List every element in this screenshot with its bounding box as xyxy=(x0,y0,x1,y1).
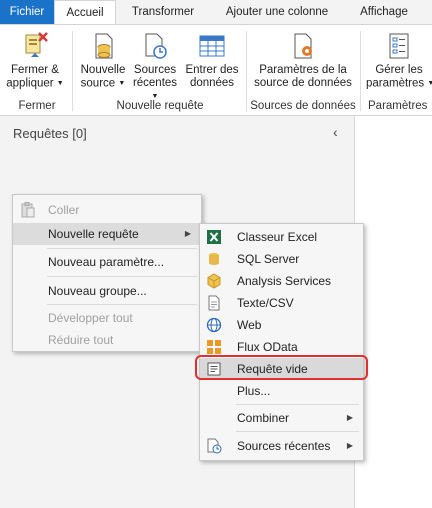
submenu-item-label: Classeur Excel xyxy=(237,230,318,244)
menu-item-new-parameter[interactable]: Nouveau paramètre... xyxy=(13,251,201,273)
odata-icon xyxy=(206,339,222,355)
manage-params-label-2: paramètres ▼ xyxy=(366,77,432,90)
tab-home[interactable]: Accueil xyxy=(54,0,116,25)
menu-item-label: Nouveau groupe... xyxy=(48,284,147,298)
chevron-right-icon: ▶ xyxy=(346,441,353,450)
menu-item-label: Nouvelle requête xyxy=(48,227,139,241)
menu-separator xyxy=(236,431,359,432)
chevron-left-icon[interactable]: ‹ xyxy=(333,124,338,140)
ribbon-separator xyxy=(360,31,361,111)
menu-item-collapse-all: Réduire tout xyxy=(13,329,201,351)
submenu-item-label: SQL Server xyxy=(237,252,300,266)
context-menu: Coller Nouvelle requête ▶ Nouveau paramè… xyxy=(12,194,202,352)
data-source-settings-label-2: source de données xyxy=(254,77,352,89)
menu-separator xyxy=(47,276,197,277)
parameters-icon xyxy=(384,31,414,61)
excel-icon xyxy=(206,229,222,245)
manage-params-label-1: Gérer les xyxy=(375,64,423,76)
data-source-settings-label-1: Paramètres de la xyxy=(259,64,347,76)
submenu-item-excel[interactable]: Classeur Excel xyxy=(200,226,363,248)
ribbon-separator xyxy=(246,31,247,111)
submenu-item-label: Sources récentes xyxy=(237,439,331,453)
settings-doc-icon xyxy=(288,31,318,61)
submenu-item-label: Texte/CSV xyxy=(237,296,294,310)
enter-data-button[interactable]: Entrer des données xyxy=(183,31,241,90)
menu-separator xyxy=(47,304,197,305)
menu-item-paste: Coller xyxy=(13,199,201,221)
submenu-item-label: Web xyxy=(237,318,262,332)
submenu-item-recent-sources[interactable]: Sources récentes ▶ xyxy=(200,435,363,457)
close-apply-button[interactable]: Fermer & appliquer ▼ xyxy=(2,31,68,91)
enter-data-label-2: données xyxy=(189,77,235,89)
new-source-label-1: Nouvelle xyxy=(80,64,126,76)
tab-add-column[interactable]: Ajouter une colonne xyxy=(212,0,342,24)
submenu-item-web[interactable]: Web xyxy=(200,314,363,336)
submenu-item-text-csv[interactable]: Texte/CSV xyxy=(200,292,363,314)
tab-transform[interactable]: Transformer xyxy=(120,0,206,24)
ribbon-tab-bar: Fichier Accueil Transformer Ajouter une … xyxy=(0,0,432,25)
queries-pane-title: Requêtes [0] xyxy=(13,126,87,141)
text-file-icon xyxy=(206,295,222,311)
group-label-close: Fermer xyxy=(18,100,56,112)
menu-separator xyxy=(47,248,197,249)
group-label-data-sources: Sources de données xyxy=(250,100,356,112)
submenu-item-label: Combiner xyxy=(237,411,290,425)
submenu-item-analysis-services[interactable]: Analysis Services xyxy=(200,270,363,292)
editor-area xyxy=(356,116,432,508)
globe-icon xyxy=(206,317,222,333)
recent-sources-button[interactable]: Sources récentes ▼ xyxy=(131,31,179,104)
new-query-submenu: Classeur Excel SQL Server Analysis Servi… xyxy=(199,223,364,461)
data-source-settings-button[interactable]: Paramètres de la source de données xyxy=(250,31,356,90)
tab-view[interactable]: Affichage xyxy=(348,0,420,24)
group-label-params: Paramètres xyxy=(368,100,428,112)
menu-item-label: Coller xyxy=(48,203,80,217)
recent-sources-label-1: Sources xyxy=(133,64,177,76)
enter-data-label-1: Entrer des xyxy=(185,64,239,76)
manage-parameters-button[interactable]: Gérer les paramètres ▼ xyxy=(366,31,432,91)
recent-sources-icon xyxy=(206,438,222,454)
submenu-item-combine[interactable]: Combiner ▶ xyxy=(200,407,363,429)
menu-separator xyxy=(236,404,359,405)
recent-sources-icon xyxy=(140,31,170,61)
new-source-label-2: source ▼ xyxy=(80,77,126,90)
group-label-new-query: Nouvelle requête xyxy=(116,100,204,112)
new-source-button[interactable]: Nouvelle source ▼ xyxy=(77,31,129,91)
submenu-item-label: Plus... xyxy=(237,384,271,398)
menu-item-expand-all: Développer tout xyxy=(13,307,201,329)
menu-item-label: Réduire tout xyxy=(48,333,114,347)
ribbon: Fermer & appliquer ▼ Nouvelle source ▼ S… xyxy=(0,24,432,116)
ribbon-separator xyxy=(72,31,73,111)
chevron-right-icon: ▶ xyxy=(346,413,353,422)
cube-icon xyxy=(206,273,222,289)
menu-item-label: Développer tout xyxy=(48,311,133,325)
submenu-item-label: Analysis Services xyxy=(237,274,332,288)
submenu-item-sql-server[interactable]: SQL Server xyxy=(200,248,363,270)
close-apply-label-2: appliquer ▼ xyxy=(6,77,64,90)
tab-file[interactable]: Fichier xyxy=(0,0,54,24)
close-apply-label-1: Fermer & xyxy=(11,64,59,76)
selection-highlight xyxy=(195,355,368,380)
submenu-item-more[interactable]: Plus... xyxy=(200,380,363,402)
new-source-icon xyxy=(88,31,118,61)
menu-item-label: Nouveau paramètre... xyxy=(48,255,165,269)
close-apply-icon xyxy=(20,31,50,61)
menu-item-new-query[interactable]: Nouvelle requête ▶ xyxy=(13,223,201,245)
table-icon xyxy=(197,31,227,61)
menu-item-new-group[interactable]: Nouveau groupe... xyxy=(13,280,201,302)
paste-icon xyxy=(21,202,35,225)
database-icon xyxy=(206,251,222,267)
chevron-right-icon: ▶ xyxy=(184,229,191,238)
